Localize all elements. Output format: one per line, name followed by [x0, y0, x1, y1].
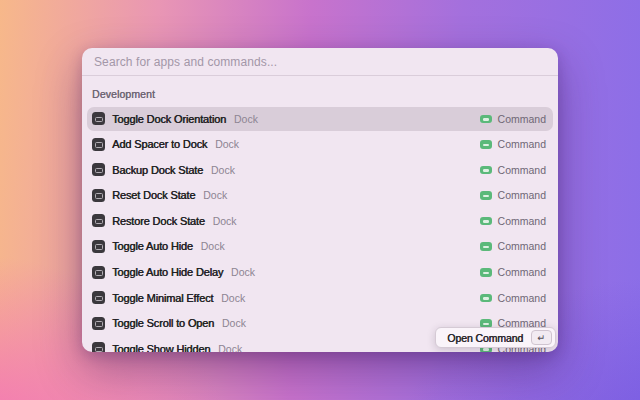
dock-icon: [92, 317, 105, 330]
list-item-title: Toggle Dock Orientation: [112, 113, 226, 125]
command-type-icon: [480, 266, 492, 278]
list-item[interactable]: Toggle Minimal Effect Dock Command: [87, 286, 553, 310]
list-item-type: Command: [498, 292, 546, 304]
list-item-subtitle: Dock: [234, 113, 258, 125]
list-item-type: Command: [498, 138, 546, 150]
list-item[interactable]: Restore Dock State Dock Command: [87, 209, 553, 233]
list-item-meta: Command: [480, 240, 546, 252]
list-item-title: Restore Dock State: [112, 215, 205, 227]
command-type-icon: [480, 164, 492, 176]
open-command-label: Open Command: [447, 332, 523, 344]
list-item-type: Command: [498, 240, 546, 252]
command-type-icon: [480, 113, 492, 125]
list-item-subtitle: Dock: [211, 164, 235, 176]
dock-icon: [92, 266, 105, 279]
return-key-icon: ↵: [531, 330, 552, 345]
command-palette-window: Search for apps and commands... Developm…: [82, 48, 558, 352]
results-list: Development Toggle Dock Orientation Dock…: [82, 76, 558, 352]
dock-icon: [92, 189, 105, 202]
list-item[interactable]: Toggle Auto Hide Delay Dock Command: [87, 260, 553, 284]
list-item[interactable]: Toggle Dock Orientation Dock Command: [87, 107, 553, 131]
list-item-title: Toggle Scroll to Open: [112, 317, 214, 329]
list-item[interactable]: Backup Dock State Dock Command: [87, 158, 553, 182]
list-item-subtitle: Dock: [222, 317, 246, 329]
dock-icon: [92, 240, 105, 253]
command-type-icon: [480, 215, 492, 227]
search-bar[interactable]: Search for apps and commands...: [82, 48, 558, 76]
list-item[interactable]: Reset Dock State Dock Command: [87, 183, 553, 207]
list-item-type: Command: [498, 189, 546, 201]
dock-icon: [92, 163, 105, 176]
command-type-icon: [480, 189, 492, 201]
list-item-meta: Command: [480, 164, 546, 176]
dock-icon: [92, 342, 105, 352]
list-item-type: Command: [498, 266, 546, 278]
list-item-title: Reset Dock State: [112, 189, 195, 201]
dock-icon: [92, 291, 105, 304]
rows-container: Toggle Dock Orientation Dock Command Add…: [87, 107, 553, 353]
command-type-icon: [480, 292, 492, 304]
list-item-subtitle: Dock: [231, 266, 255, 278]
dock-icon: [92, 138, 105, 151]
list-item-subtitle: Dock: [218, 343, 242, 352]
list-item-type: Command: [498, 164, 546, 176]
list-item-type: Command: [498, 113, 546, 125]
list-item-type: Command: [498, 215, 546, 227]
list-item-title: Add Spacer to Dock: [112, 138, 207, 150]
list-item-title: Toggle Auto Hide Delay: [112, 266, 223, 278]
dock-icon: [92, 112, 105, 125]
list-item-subtitle: Dock: [203, 189, 227, 201]
dock-icon: [92, 214, 105, 227]
list-item-subtitle: Dock: [201, 240, 225, 252]
section-header: Development: [92, 88, 548, 100]
open-command-hint[interactable]: Open Command ↵: [435, 327, 556, 348]
list-item-title: Toggle Minimal Effect: [112, 292, 213, 304]
list-item-subtitle: Dock: [213, 215, 237, 227]
list-item-meta: Command: [480, 215, 546, 227]
command-type-icon: [480, 240, 492, 252]
list-item-title: Toggle Auto Hide: [112, 240, 193, 252]
list-item-meta: Command: [480, 266, 546, 278]
search-input[interactable]: Search for apps and commands...: [94, 55, 277, 69]
list-item[interactable]: Toggle Auto Hide Dock Command: [87, 234, 553, 258]
list-item-subtitle: Dock: [215, 138, 239, 150]
list-item-meta: Command: [480, 138, 546, 150]
list-item-meta: Command: [480, 113, 546, 125]
list-item[interactable]: Add Spacer to Dock Dock Command: [87, 132, 553, 156]
list-item-title: Toggle Show Hidden: [112, 343, 210, 352]
command-type-icon: [480, 138, 492, 150]
list-item-subtitle: Dock: [221, 292, 245, 304]
list-item-meta: Command: [480, 189, 546, 201]
list-item-title: Backup Dock State: [112, 164, 203, 176]
list-item-meta: Command: [480, 292, 546, 304]
